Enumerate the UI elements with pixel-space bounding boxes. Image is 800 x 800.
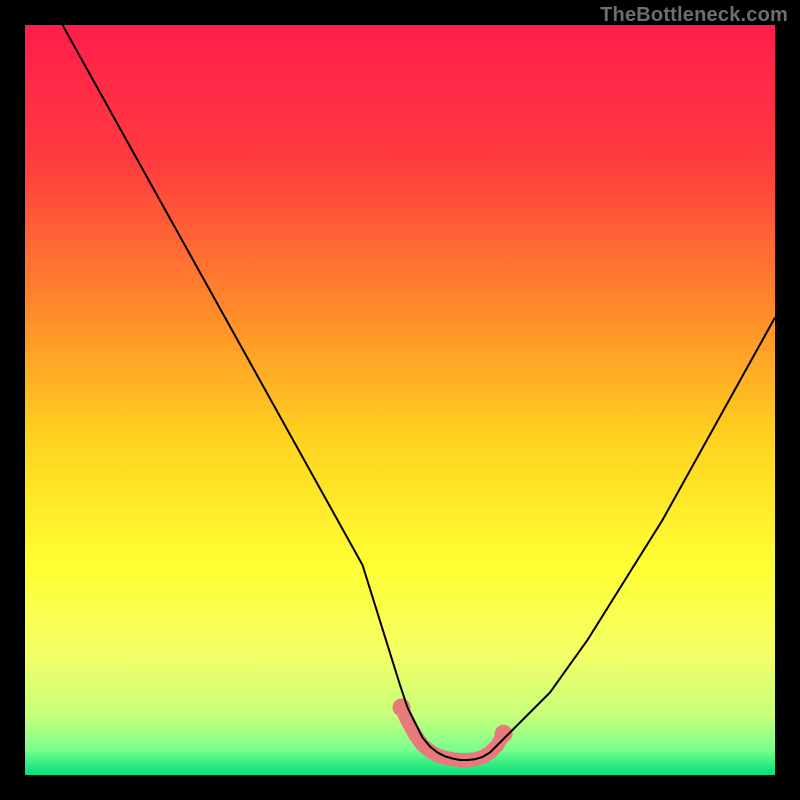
watermark-text: TheBottleneck.com [600,4,788,27]
chart-frame: TheBottleneck.com [0,0,800,800]
plot-area [25,25,775,775]
chart-canvas [25,25,775,775]
gradient-background [25,25,775,775]
